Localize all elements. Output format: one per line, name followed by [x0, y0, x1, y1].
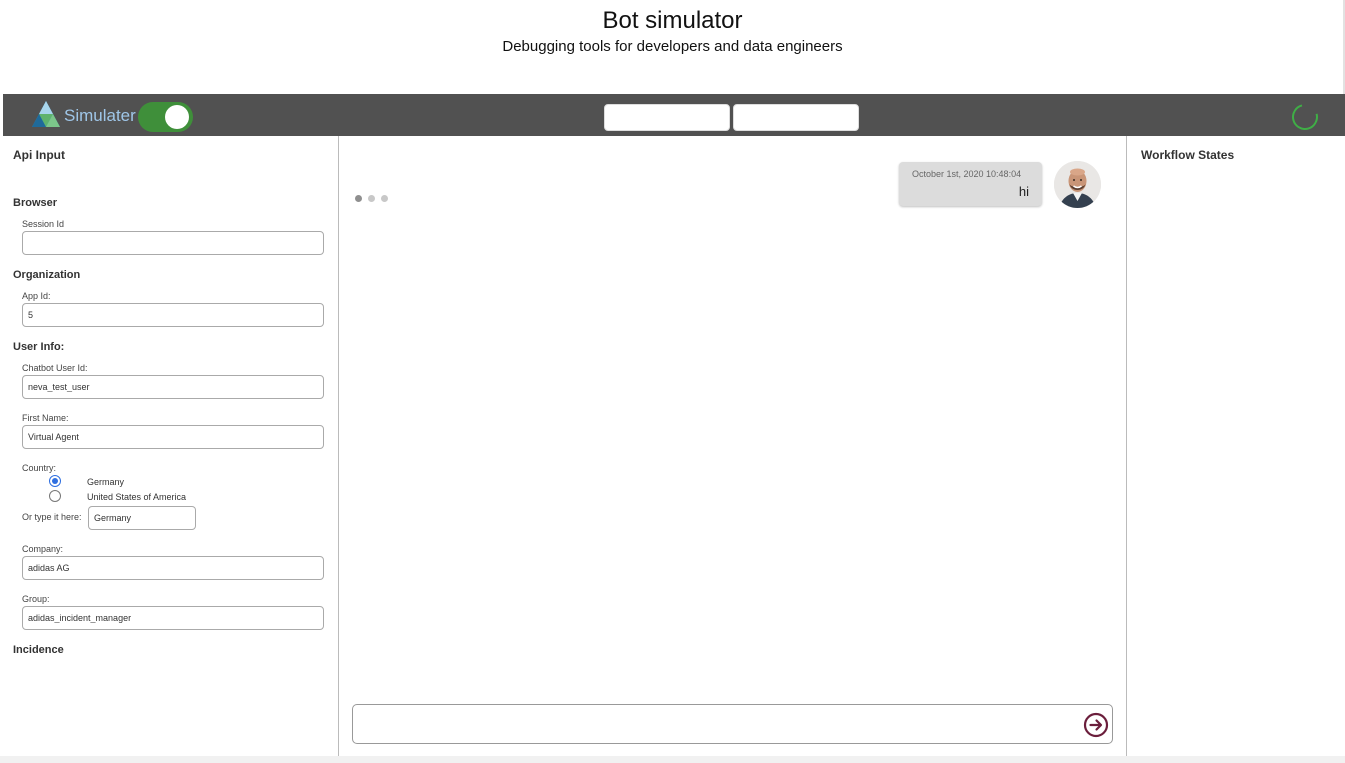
- company-input[interactable]: [22, 556, 324, 580]
- group-label: Group:: [22, 594, 50, 604]
- company-label: Company:: [22, 544, 64, 554]
- api-input-title: Api Input: [13, 148, 65, 162]
- session-id-input[interactable]: [22, 231, 324, 255]
- send-arrow-icon[interactable]: [1083, 712, 1109, 738]
- session-id-label: Session Id: [22, 219, 65, 229]
- user-info-heading: User Info:: [13, 341, 65, 353]
- chatbot-user-id-label: Chatbot User Id:: [22, 363, 88, 373]
- brand-name: Simulater: [64, 106, 136, 125]
- api-input-panel: Api Input Browser Session Id Organizatio…: [0, 136, 338, 756]
- country-label: Country:: [22, 463, 57, 473]
- bottom-strip: [0, 756, 1345, 763]
- toolbar: Simulater: [3, 94, 1345, 136]
- workflow-states-title: Workflow States: [1141, 148, 1235, 162]
- message-timestamp: October 1st, 2020 10:48:04: [912, 169, 1022, 179]
- page-subtitle: Debugging tools for developers and data …: [502, 38, 843, 55]
- chatbot-user-id-input[interactable]: [22, 375, 324, 399]
- loading-spinner-icon: [1287, 99, 1323, 135]
- typing-dot: [368, 195, 375, 202]
- chat-panel: October 1st, 2020 10:48:04 hi: [339, 136, 1126, 756]
- logo-icon: [32, 101, 60, 127]
- group-input[interactable]: [22, 606, 324, 630]
- typing-dot: [381, 195, 388, 202]
- message-text: hi: [1018, 184, 1029, 199]
- first-name-label: First Name:: [22, 413, 69, 423]
- first-name-input[interactable]: [22, 425, 324, 449]
- country-option-usa: United States of America: [87, 492, 187, 502]
- app-id-input[interactable]: [22, 303, 324, 327]
- country-radio-usa[interactable]: [49, 490, 61, 502]
- simulator-toggle[interactable]: [138, 102, 193, 132]
- message-bubble: October 1st, 2020 10:48:04 hi: [899, 162, 1042, 206]
- country-type-label: Or type it here:: [22, 512, 82, 522]
- chat-message-input[interactable]: [357, 709, 1077, 739]
- chat-input-box[interactable]: [352, 704, 1113, 744]
- typing-dot: [355, 195, 362, 202]
- country-option-germany: Germany: [87, 477, 125, 487]
- page-header: Bot simulator Debugging tools for develo…: [0, 0, 1345, 94]
- toolbar-tab-2[interactable]: [733, 104, 859, 131]
- toggle-knob[interactable]: [165, 105, 189, 129]
- country-text-input[interactable]: [88, 506, 196, 530]
- app-id-label: App Id:: [22, 291, 51, 301]
- browser-heading: Browser: [13, 197, 58, 209]
- typing-indicator: [355, 189, 394, 207]
- country-radio-germany[interactable]: [49, 475, 61, 487]
- avatar-portrait-icon: [1054, 161, 1101, 208]
- workflow-states-panel: Workflow States: [1127, 136, 1345, 756]
- page-title: Bot simulator: [602, 7, 743, 34]
- toolbar-tab-1[interactable]: [604, 104, 730, 131]
- organization-heading: Organization: [13, 269, 81, 281]
- incidence-heading: Incidence: [13, 644, 64, 656]
- user-avatar: [1054, 161, 1101, 208]
